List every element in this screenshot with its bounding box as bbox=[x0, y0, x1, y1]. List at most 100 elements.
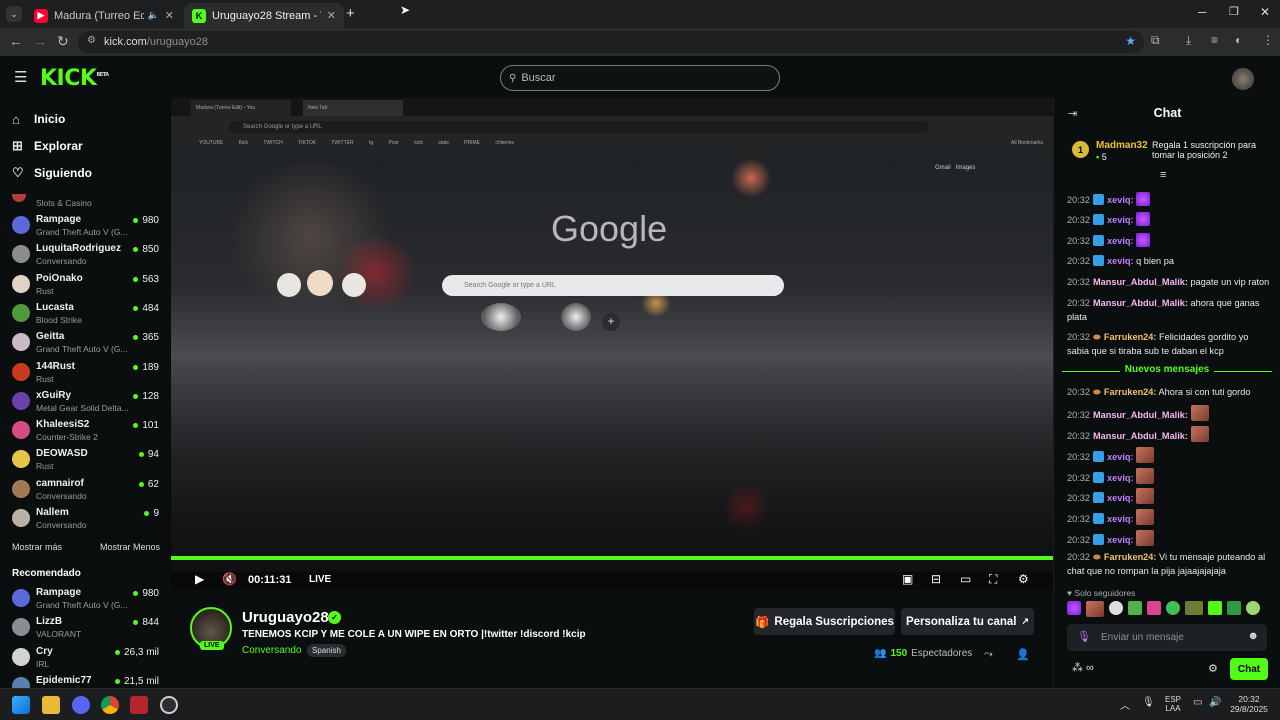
nav-inicio[interactable]: ⌂ Inicio bbox=[12, 109, 65, 129]
chat-input[interactable]: 🎙 Enviar un mensaje ☻ bbox=[1067, 624, 1267, 651]
chat-message[interactable]: 20:32 Mansur_Abdul_Malik: bbox=[1067, 426, 1272, 443]
close-tab-icon[interactable]: ✕ bbox=[165, 9, 174, 22]
emote-icon[interactable] bbox=[1109, 601, 1123, 615]
hamburger-menu-icon[interactable]: ☰ bbox=[14, 68, 27, 86]
network-icon[interactable]: ▭ bbox=[1193, 697, 1202, 708]
emote-icon[interactable] bbox=[1185, 601, 1203, 615]
chat-message[interactable]: 20:32 xeviq: bbox=[1067, 233, 1272, 248]
follow-user-icon[interactable]: 👤 bbox=[1016, 648, 1030, 661]
chat-message[interactable]: 20:32 Mansur_Abdul_Malik: bbox=[1067, 405, 1272, 422]
speaker-icon[interactable]: 🔈 bbox=[148, 10, 159, 21]
search-input[interactable]: ⚲ Buscar bbox=[500, 65, 780, 91]
minimize-button[interactable]: ─ bbox=[1198, 5, 1207, 19]
channel-item[interactable]: Epidemic77 21,5 mil bbox=[12, 673, 162, 688]
message-username[interactable]: xeviq bbox=[1107, 493, 1131, 503]
channel-item[interactable]: Lucasta Blood Strike 484 bbox=[12, 300, 162, 328]
message-username[interactable]: Farruken24 bbox=[1104, 387, 1154, 397]
mute-icon[interactable]: 🔇 bbox=[222, 572, 237, 586]
channel-item[interactable]: Rampage Grand Theft Auto V (G... 980 bbox=[12, 212, 162, 240]
message-username[interactable]: Mansur_Abdul_Malik bbox=[1093, 277, 1185, 287]
chat-message[interactable]: 20:32 xeviq: q bien pa bbox=[1067, 254, 1272, 268]
chat-message[interactable]: 20:32 ⬬ Farruken24: Ahora si con tuti gord… bbox=[1067, 385, 1272, 399]
message-username[interactable]: Farruken24 bbox=[1104, 332, 1154, 342]
maximize-button[interactable]: ❐ bbox=[1229, 5, 1239, 18]
streamer-name[interactable]: Uruguayo28 bbox=[242, 609, 329, 626]
chat-message[interactable]: 20:32 xeviq: bbox=[1067, 509, 1272, 526]
channel-item[interactable]: Rampage Grand Theft Auto V (G... 980 bbox=[12, 585, 162, 613]
video-frame[interactable]: Madura (Turreo Edit) - You New Tab Searc… bbox=[171, 98, 1053, 572]
discord-icon[interactable] bbox=[72, 696, 90, 714]
message-username[interactable]: xeviq bbox=[1107, 215, 1131, 225]
language-indicator[interactable]: ESP LAA bbox=[1160, 695, 1186, 713]
close-tab-icon[interactable]: ✕ bbox=[327, 9, 336, 22]
chat-settings-icon[interactable]: ⚙ bbox=[1208, 662, 1218, 675]
emote-icon[interactable] bbox=[1246, 601, 1260, 615]
show-less-link[interactable]: Mostrar Menos bbox=[100, 542, 160, 552]
show-more-link[interactable]: Mostrar más bbox=[12, 542, 62, 552]
settings-icon[interactable]: ⚙ bbox=[1018, 572, 1029, 586]
channel-item[interactable]: Geitta Grand Theft Auto V (G... 365 bbox=[12, 329, 162, 357]
back-icon[interactable]: ← bbox=[9, 33, 23, 49]
channel-item[interactable]: KhaleesiS2 Counter-Strike 2 101 bbox=[12, 417, 162, 445]
channel-item[interactable]: xGuiRy Metal Gear Solid Delta... 128 bbox=[12, 388, 162, 416]
chat-message[interactable]: 20:32 Mansur_Abdul_Malik: ahora que ganas… bbox=[1067, 296, 1272, 324]
new-messages-divider[interactable]: Nuevos mensajes bbox=[1062, 364, 1272, 378]
message-username[interactable]: Mansur_Abdul_Malik bbox=[1093, 410, 1185, 420]
file-explorer-icon[interactable] bbox=[42, 696, 60, 714]
play-icon[interactable]: ▶ bbox=[195, 572, 204, 586]
tab-search-button[interactable]: ⌄ bbox=[6, 6, 22, 22]
channel-item[interactable]: Cry IRL 26,3 mil bbox=[12, 644, 162, 672]
chat-message[interactable]: 20:32 xeviq: bbox=[1067, 192, 1272, 207]
volume-icon[interactable]: 🔊 bbox=[1209, 697, 1221, 708]
microphone-icon[interactable]: 🎙 bbox=[1077, 630, 1091, 643]
emote-icon[interactable] bbox=[1128, 601, 1142, 615]
video-progress-bar[interactable] bbox=[171, 556, 1053, 560]
stream-category[interactable]: Conversando bbox=[242, 645, 301, 656]
menu-dots-icon[interactable]: ⋮ bbox=[1262, 33, 1274, 47]
channel-item[interactable]: PoiOnako Rust 563 bbox=[12, 271, 162, 299]
chat-message[interactable]: 20:32 xeviq: bbox=[1067, 447, 1272, 464]
channel-item[interactable]: DEOWASD Rust 94 bbox=[12, 446, 162, 474]
emote-icon[interactable] bbox=[1208, 601, 1222, 615]
windows-start-icon[interactable] bbox=[12, 696, 30, 714]
share-icon[interactable]: ⤳ bbox=[984, 648, 993, 661]
send-chat-button[interactable]: Chat bbox=[1230, 658, 1268, 680]
tray-chevron-icon[interactable]: ︿ bbox=[1120, 697, 1130, 712]
chat-message[interactable]: 20:32 Mansur_Abdul_Malik: pagate un vip r… bbox=[1067, 275, 1272, 289]
chat-message[interactable]: 20:32 ⬬ Farruken24: Felicidades gordito yo… bbox=[1067, 330, 1272, 358]
chat-message[interactable]: 20:32 xeviq: bbox=[1067, 530, 1272, 547]
browser-tab-kick[interactable]: K Uruguayo28 Stream - Watch Li ✕ bbox=[184, 3, 344, 28]
browser-tab-youtube[interactable]: ▶ Madura (Turreo Edit) - YouT 🔈 ✕ bbox=[26, 3, 182, 28]
address-bar[interactable]: ⚙ kick.com/uruguayo28 ★ bbox=[78, 31, 1144, 53]
chat-message[interactable]: 20:32 xeviq: bbox=[1067, 488, 1272, 505]
message-username[interactable]: xeviq bbox=[1107, 514, 1131, 524]
bookmark-star-icon[interactable]: ★ bbox=[1125, 34, 1136, 48]
language-tag[interactable]: Spanish bbox=[307, 644, 346, 657]
message-username[interactable]: Mansur_Abdul_Malik bbox=[1093, 298, 1185, 308]
emote-icon[interactable] bbox=[1166, 601, 1180, 615]
forward-icon[interactable]: → bbox=[33, 33, 47, 49]
chat-message[interactable]: 20:32 ⬬ Farruken24: Vi tu mensaje puteando… bbox=[1067, 550, 1272, 578]
pip-icon[interactable]: ▣ bbox=[902, 572, 913, 586]
clip-icon[interactable]: ⊟ bbox=[931, 572, 941, 586]
profile-sync-icon[interactable]: ◐ bbox=[1235, 33, 1242, 47]
channel-item[interactable]: LuquitaRodriguez Conversando 850 bbox=[12, 241, 162, 269]
fullscreen-icon[interactable]: ⛶ bbox=[989, 572, 997, 587]
emote-icon[interactable] bbox=[1227, 601, 1241, 615]
filter-icon[interactable]: ≡ bbox=[1160, 169, 1166, 181]
gift-leaderboard[interactable]: 1 Madman32 ▪ 5 Regala 1 suscripción para… bbox=[1072, 138, 1272, 168]
message-username[interactable]: xeviq bbox=[1107, 236, 1131, 246]
playlist-icon[interactable]: ≡ bbox=[1211, 33, 1218, 47]
message-username[interactable]: xeviq bbox=[1107, 452, 1131, 462]
close-window-button[interactable]: ✕ bbox=[1260, 5, 1270, 19]
points-icon[interactable]: ⁂ ∞ bbox=[1072, 661, 1094, 674]
nav-explorar[interactable]: ⊞ Explorar bbox=[12, 136, 83, 156]
emote-icon[interactable] bbox=[1067, 601, 1081, 615]
channel-item[interactable]: LizzB VALORANT 844 bbox=[12, 614, 162, 642]
message-username[interactable]: xeviq bbox=[1107, 473, 1131, 483]
channel-item[interactable]: camnairof Conversando 62 bbox=[12, 476, 162, 504]
emote-icon[interactable] bbox=[1147, 601, 1161, 615]
customize-channel-button[interactable]: Personaliza tu canal ↗ bbox=[901, 608, 1034, 635]
channel-item[interactable]: 144Rust Rust 189 bbox=[12, 359, 162, 387]
download-icon[interactable]: ⤓ bbox=[1186, 33, 1191, 48]
